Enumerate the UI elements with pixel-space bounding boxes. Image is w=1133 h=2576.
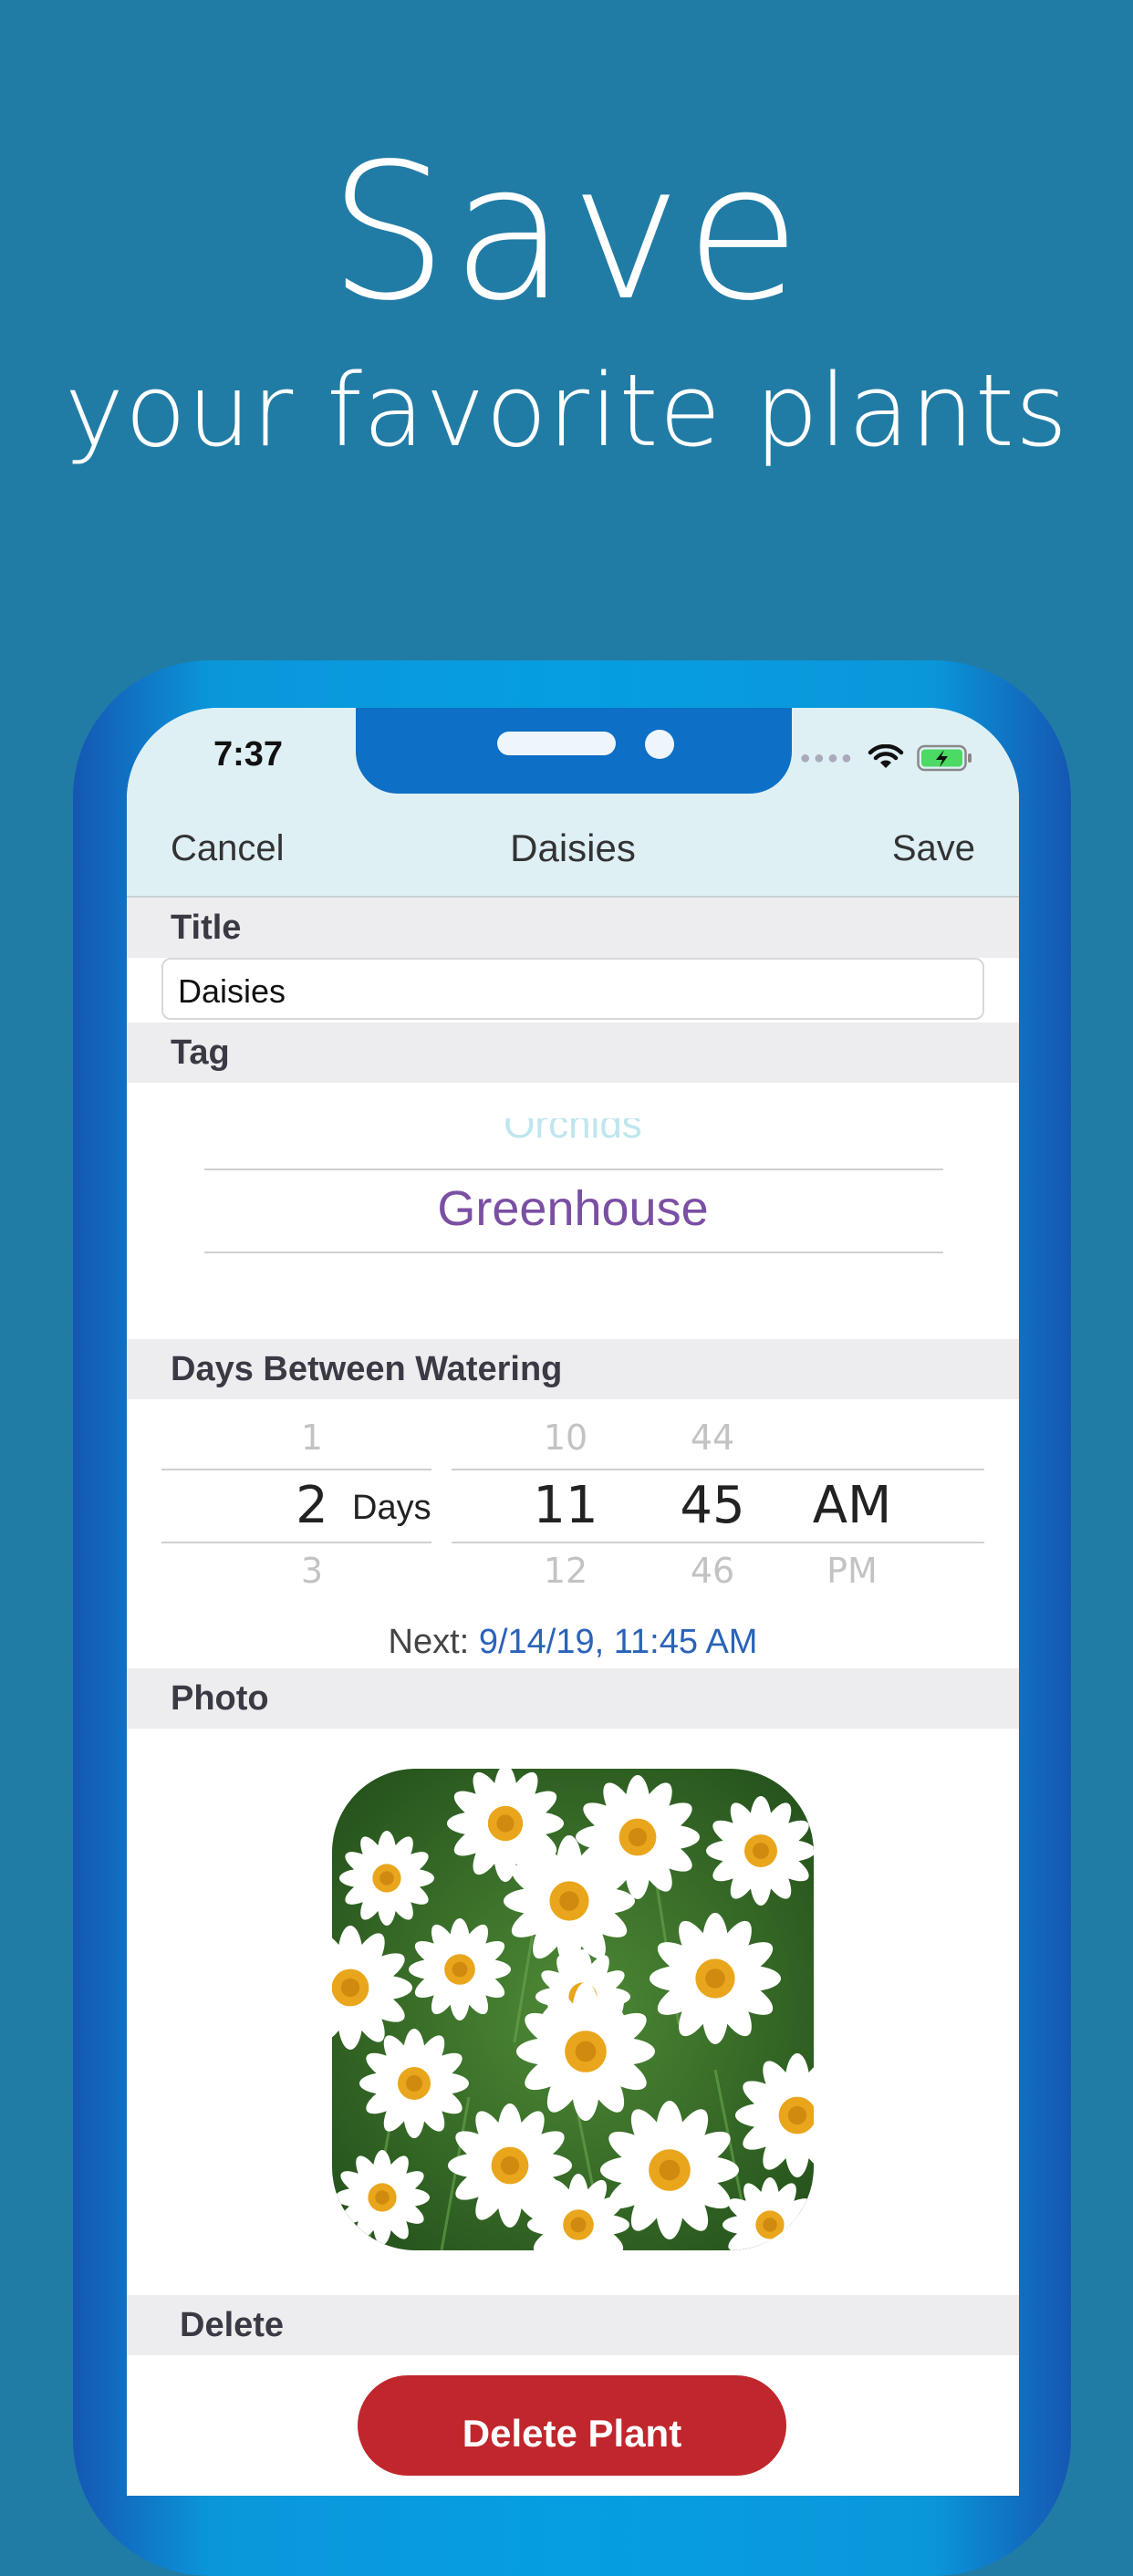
picker-divider (161, 1542, 431, 1543)
hour-option-above[interactable]: 10 (515, 1418, 616, 1458)
headline-subtitle: your favorite plants (64, 352, 1069, 469)
days-option-below[interactable]: 3 (266, 1551, 358, 1591)
next-watering-label: Next: (388, 1623, 470, 1661)
section-header-title: Title (127, 898, 1019, 958)
section-tag-label: Tag (171, 1034, 230, 1072)
section-header-delete: Delete (127, 2295, 1019, 2355)
tag-option-above[interactable]: Orchids (127, 1118, 1019, 1146)
phone-screen: 7:37 ●●●● Cancel Daisies Save Title Dais… (127, 708, 1019, 2496)
navigation-bar: 7:37 ●●●● Cancel Daisies Save (127, 708, 1019, 898)
plant-photo[interactable] (332, 1769, 814, 2250)
delete-plant-button[interactable]: Delete Plant (358, 2375, 786, 2476)
days-unit-label: Days (352, 1489, 431, 1527)
minute-option-below[interactable]: 46 (662, 1551, 763, 1591)
daisies-image (332, 1769, 814, 2250)
signal-dots-icon: ●●●● (799, 747, 855, 768)
next-watering-value: 9/14/19, 11:45 AM (478, 1623, 758, 1661)
days-option-above[interactable]: 1 (266, 1418, 358, 1458)
tag-selected-option[interactable]: Greenhouse (127, 1180, 1019, 1237)
ampm-option-below[interactable]: PM (784, 1551, 920, 1591)
section-watering-label: Days Between Watering (171, 1350, 563, 1388)
tag-option-above-label: Orchids (504, 1118, 642, 1146)
front-camera (645, 730, 674, 759)
status-time: 7:37 (213, 735, 284, 774)
title-input[interactable]: Daisies (161, 958, 984, 1020)
section-header-tag: Tag (127, 1023, 1019, 1083)
section-title-label: Title (171, 909, 242, 947)
status-icons: ●●●● (800, 744, 973, 772)
section-header-watering: Days Between Watering (127, 1339, 1019, 1399)
picker-divider (452, 1469, 984, 1470)
wifi-icon (868, 744, 904, 768)
nav-title: Daisies (510, 826, 636, 869)
ampm-selected[interactable]: AM (784, 1476, 920, 1535)
picker-divider (452, 1542, 984, 1543)
speaker-grille (497, 732, 616, 755)
battery-charging-icon (917, 744, 972, 772)
days-selected[interactable]: 2 (266, 1476, 358, 1535)
next-watering: Next: 9/14/19, 11:45 AM (127, 1623, 1019, 1662)
section-delete-label: Delete (180, 2306, 285, 2344)
delete-plant-label: Delete Plant (462, 2412, 682, 2455)
headline-save: Save (328, 123, 805, 342)
hour-selected[interactable]: 11 (515, 1476, 616, 1535)
phone-notch (356, 708, 792, 794)
picker-divider (161, 1469, 431, 1470)
section-photo-label: Photo (171, 1679, 269, 1718)
title-input-value: Daisies (178, 972, 286, 1010)
minute-option-above[interactable]: 44 (662, 1418, 763, 1458)
hour-option-below[interactable]: 12 (515, 1551, 616, 1591)
picker-divider (204, 1252, 943, 1253)
save-button[interactable]: Save (892, 828, 975, 869)
minute-selected[interactable]: 45 (662, 1476, 763, 1535)
picker-divider (204, 1169, 943, 1170)
section-header-photo: Photo (127, 1668, 1019, 1729)
